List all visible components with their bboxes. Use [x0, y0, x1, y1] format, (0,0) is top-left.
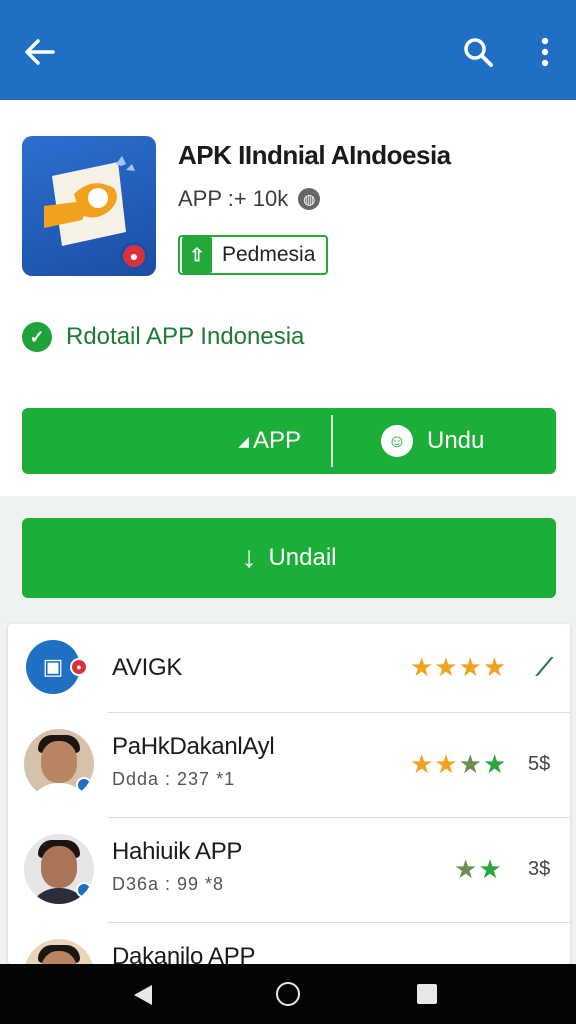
review-name: AVIGK — [112, 654, 183, 681]
star-icon: ★ — [434, 749, 459, 779]
download-arrow-icon: ↓ — [241, 541, 257, 574]
app-badge-icon: ● — [120, 242, 148, 270]
search-icon[interactable] — [458, 32, 498, 72]
nav-recents-icon[interactable] — [417, 984, 437, 1004]
download-label: Undail — [268, 544, 337, 571]
nav-back-icon[interactable] — [130, 982, 156, 1008]
verified-badge-icon — [76, 882, 92, 898]
star-icon: ★ — [454, 854, 479, 884]
undu-label: Undu — [427, 427, 485, 454]
star-icon: ★ — [482, 749, 508, 779]
download-button[interactable]: ↓ Undail — [22, 518, 556, 598]
verified-badge-icon — [76, 777, 92, 793]
avatar — [24, 729, 94, 799]
app-title: APK IIndnial AIndoesia — [178, 140, 451, 170]
rating-stars: ★★ — [454, 854, 503, 885]
store-icon: ▣ ● — [26, 640, 88, 694]
star-icon: ★ — [478, 854, 503, 884]
action-split-button: ◢ APP ☺ Undu — [22, 408, 556, 474]
review-name: Dakanilo APP — [112, 943, 256, 964]
open-app-button[interactable]: ◢ APP — [22, 408, 331, 474]
reviews-list: ▣ ● AVIGK ★★★★ ⟋ PaHkDakanlAyl Ddda : 237… — [8, 624, 570, 964]
list-item[interactable]: ▣ ● AVIGK ★★★★ ⟋ — [8, 624, 570, 712]
check-circle-icon: ✓ — [22, 322, 52, 352]
app-logo-icon: ● — [22, 136, 156, 276]
back-arrow-icon[interactable] — [20, 32, 60, 72]
publisher-label: Pedmesia — [222, 243, 316, 266]
review-sub: Ddda : 237 *1 — [112, 769, 236, 789]
review-name: PaHkDakanlAyl — [112, 733, 275, 760]
nav-home-icon[interactable] — [276, 982, 300, 1006]
publisher-icon: ⇧ — [182, 237, 212, 273]
verified-row: ✓ Rdotail APP Indonesia — [22, 322, 304, 352]
star-icon: ★ — [458, 749, 483, 779]
rating-stars: ★★★★ — [410, 749, 507, 780]
app-meta-text: APP :+ 10k — [178, 186, 289, 211]
smile-icon: ☺ — [381, 425, 413, 457]
chevron-icon[interactable]: ⟋ — [536, 654, 553, 682]
star-icon: ★ — [410, 749, 435, 779]
list-item[interactable]: Hahiuik APP D36a : 99 *8 ★★ 3$ — [8, 818, 570, 922]
app-meta: APP :+ 10k ◍ — [178, 186, 321, 212]
avatar — [24, 834, 94, 904]
more-vert-icon[interactable] — [528, 32, 562, 72]
small-arrow-icon: ◢ — [238, 432, 249, 449]
app-header-card: ● APK IIndnial AIndoesia APP :+ 10k ◍ ⇧ … — [0, 100, 576, 496]
list-item[interactable]: Dakanilo APP — [8, 923, 570, 964]
undu-button[interactable]: ☺ Undu — [333, 408, 556, 474]
app-bar — [0, 0, 576, 100]
notification-dot-icon: ● — [70, 658, 88, 676]
review-sub: D36a : 99 *8 — [112, 874, 225, 894]
review-name: Hahiuik APP — [112, 838, 243, 865]
list-item[interactable]: PaHkDakanlAyl Ddda : 237 *1 ★★★★ 5$ — [8, 713, 570, 817]
system-nav-bar — [0, 964, 576, 1024]
globe-icon: ◍ — [298, 188, 321, 210]
verified-text: Rdotail APP Indonesia — [66, 323, 305, 350]
rating-stars: ★★★★ — [410, 652, 508, 682]
avatar — [24, 939, 94, 964]
publisher-chip[interactable]: ⇧ Pedmesia — [178, 235, 328, 275]
open-app-label: APP — [252, 427, 301, 454]
review-count: 5$ — [528, 753, 551, 775]
review-count: 3$ — [528, 858, 551, 880]
